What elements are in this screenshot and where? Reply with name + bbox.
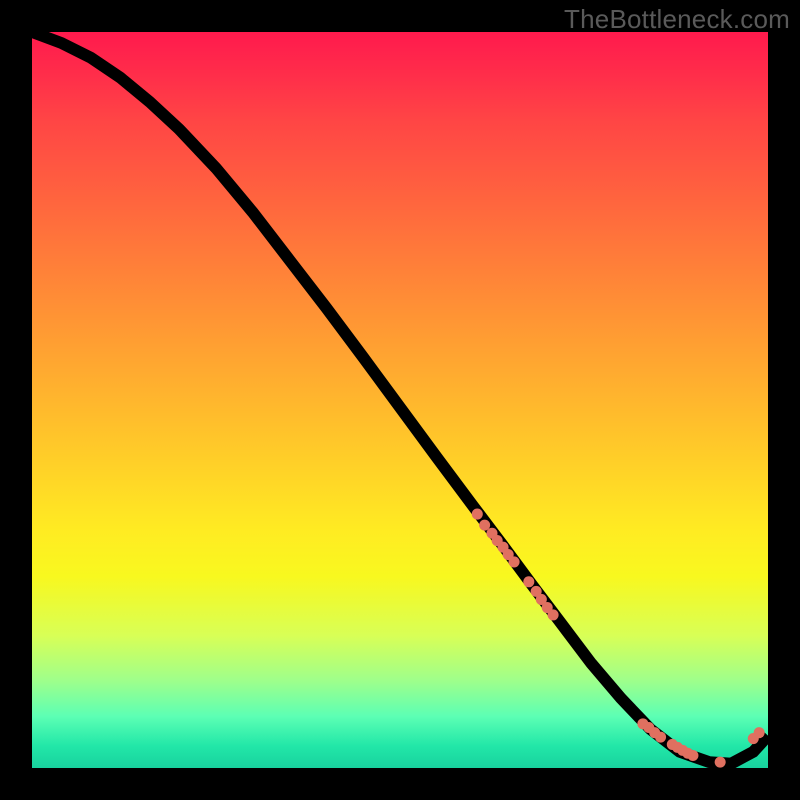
data-point	[715, 757, 726, 768]
data-point	[687, 750, 698, 761]
data-point	[523, 576, 534, 587]
data-point	[655, 732, 666, 743]
data-point	[472, 509, 483, 520]
watermark-text: TheBottleneck.com	[564, 4, 790, 35]
data-points	[472, 509, 765, 768]
chart-overlay	[32, 32, 768, 768]
chart-canvas: TheBottleneck.com	[0, 0, 800, 800]
data-point	[548, 609, 559, 620]
data-point	[754, 727, 765, 738]
bottleneck-curve	[32, 32, 768, 764]
data-point	[509, 556, 520, 567]
